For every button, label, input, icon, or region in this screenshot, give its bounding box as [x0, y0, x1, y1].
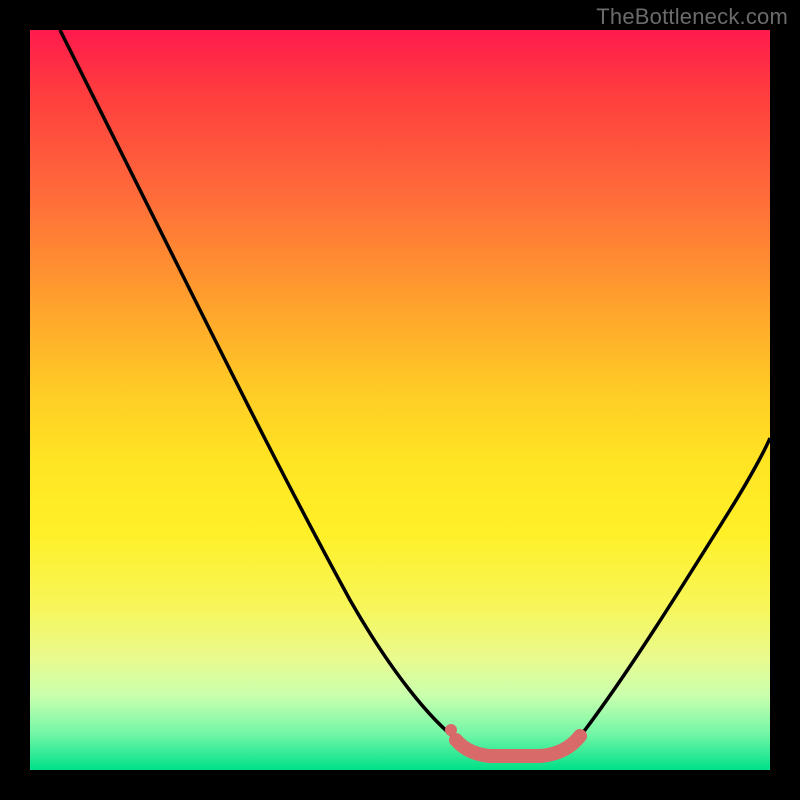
plot-gradient-area: [30, 30, 770, 770]
watermark-text: TheBottleneck.com: [596, 4, 788, 30]
frame: TheBottleneck.com: [0, 0, 800, 800]
recommended-range-start-dot: [445, 724, 457, 736]
recommended-range-marker: [456, 736, 580, 756]
bottleneck-chart: [30, 30, 770, 770]
bottleneck-curve-path: [60, 30, 770, 756]
